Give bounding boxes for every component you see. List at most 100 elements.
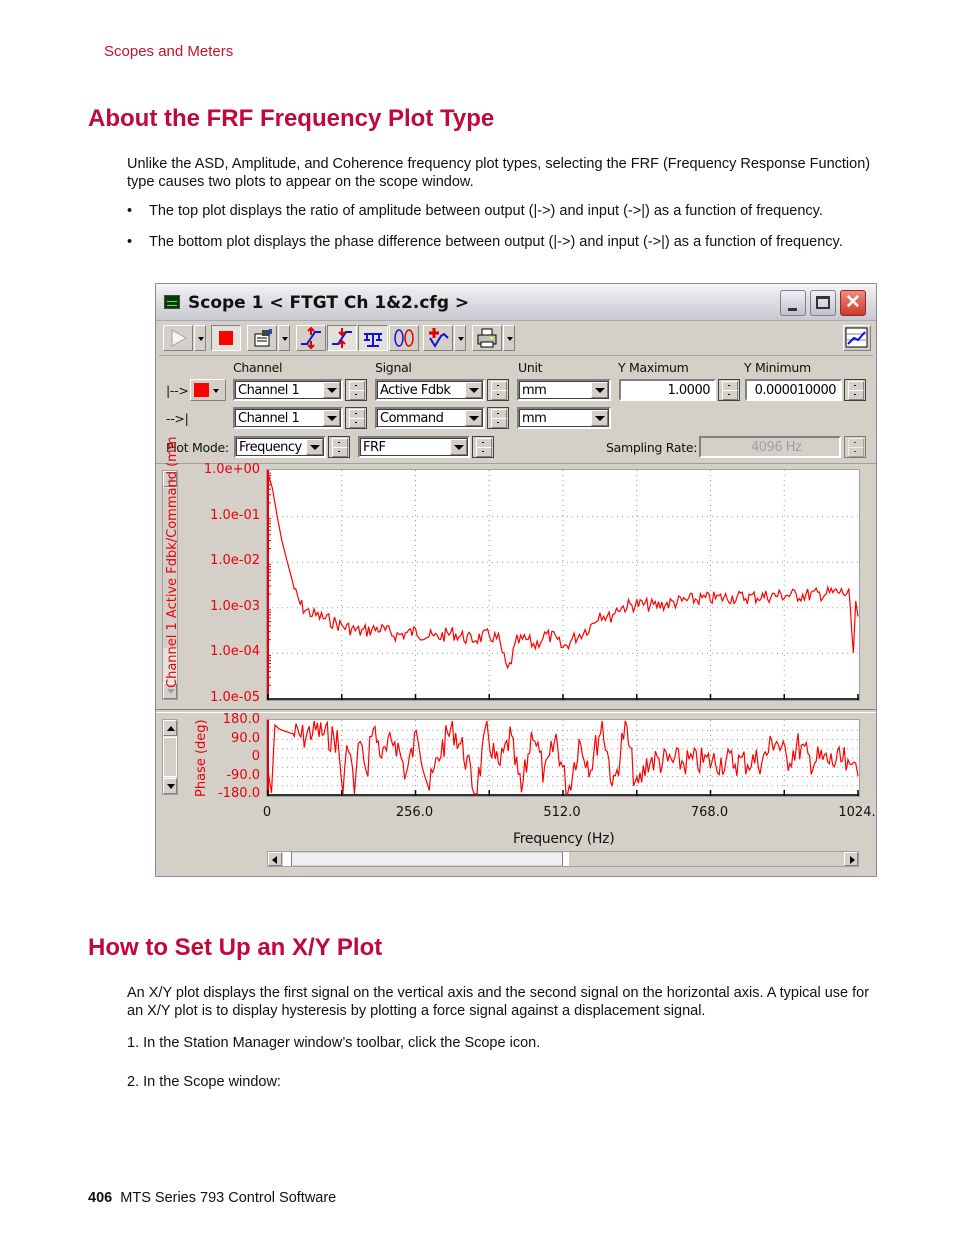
signal-select-output[interactable]: Active Fdbk [375, 379, 485, 401]
plot-type-value: FRF [363, 440, 386, 455]
signal-spinner[interactable] [487, 407, 509, 429]
step-2: 2. In the Scope window: [127, 1074, 281, 1090]
x-tick-label: 0 [262, 805, 272, 820]
sampling-rate-value: 4096 Hz [751, 440, 802, 455]
ymin-spinner[interactable] [844, 379, 866, 401]
plot-mode-select[interactable]: Frequency [234, 436, 326, 458]
stop-icon [219, 331, 233, 345]
bullet-item: • The top plot displays the ratio of ampl… [127, 203, 823, 219]
chevron-down-icon[interactable] [465, 410, 482, 426]
balance-button[interactable] [358, 325, 388, 351]
amplitude-y-label: Channel 1 Active Fdbk/Command (mm [165, 436, 180, 689]
y-tick-label: 90.0 [231, 730, 260, 746]
signal-value: Command [380, 411, 444, 426]
phase-plot-svg [267, 720, 859, 796]
y-tick-label: 1.0e-02 [210, 553, 260, 569]
unit-select-input[interactable]: mm [517, 407, 611, 429]
bullet-text: The bottom plot displays the phase diffe… [149, 234, 843, 250]
scroll-range[interactable] [292, 853, 562, 865]
section-intro-xy: An X/Y plot displays the first signal on… [127, 985, 870, 1019]
channel-spinner[interactable] [345, 407, 367, 429]
cycle-button[interactable] [389, 325, 419, 351]
sampling-rate-input: 4096 Hz [699, 436, 841, 458]
doc-title: MTS Series 793 Control Software [120, 1190, 337, 1206]
channel-select-output[interactable]: Channel 1 [233, 379, 343, 401]
phase-vscroll[interactable] [162, 719, 178, 795]
y-tick-label: 180.0 [222, 712, 260, 727]
chevron-down-icon[interactable] [465, 382, 482, 398]
sampling-rate-label: Sampling Rate: [606, 440, 698, 455]
ymax-header: Y Maximum [618, 360, 689, 375]
properties-icon [254, 329, 272, 347]
marker-button[interactable] [423, 325, 453, 351]
print-dropdown[interactable] [503, 325, 515, 351]
balance-icon [364, 333, 382, 347]
y-tick-label: -90.0 [226, 767, 260, 783]
y-tick-label: 1.0e-04 [210, 644, 260, 660]
chevron-down-icon[interactable] [323, 410, 340, 426]
minimize-button[interactable] [780, 290, 806, 316]
page-footer: 406 MTS Series 793 Control Software [88, 1190, 336, 1206]
amplitude-plot-svg [267, 470, 859, 700]
run-button[interactable] [163, 325, 193, 351]
ymax-input[interactable]: 1.0000 [619, 379, 716, 401]
title-bar[interactable]: Scope 1 < FTGT Ch 1&2.cfg > ✕ [156, 284, 876, 321]
close-button[interactable]: ✕ [840, 290, 866, 316]
cycle-icon [394, 329, 414, 347]
marker-icon [429, 328, 449, 348]
stop-button[interactable] [211, 325, 241, 351]
scroll-thumb-left[interactable] [283, 852, 292, 866]
section-title-frf: About the FRF Frequency Plot Type [88, 105, 495, 132]
unit-value: mm [522, 383, 547, 398]
plot-type-select[interactable]: FRF [358, 436, 470, 458]
x-tick-label: 1024. [838, 805, 876, 820]
ymax-spinner[interactable] [718, 379, 740, 401]
marker-dropdown[interactable] [454, 325, 466, 351]
chevron-down-icon[interactable] [306, 439, 323, 455]
auto-scale-button[interactable] [296, 325, 326, 351]
divider [156, 463, 876, 464]
bullet-item: • The bottom plot displays the phase diff… [127, 234, 843, 250]
channel-value: Channel 1 [238, 383, 300, 398]
chevron-down-icon[interactable] [591, 410, 608, 426]
scroll-up-button[interactable] [163, 720, 177, 736]
unit-select-output[interactable]: mm [517, 379, 611, 401]
scroll-down-button[interactable] [163, 778, 177, 794]
signal-select-input[interactable]: Command [375, 407, 485, 429]
trace-color-picker[interactable] [190, 379, 226, 401]
phase-plot[interactable] [266, 719, 860, 797]
channel-spinner[interactable] [345, 379, 367, 401]
ymin-input[interactable]: 0.000010000 [745, 379, 842, 401]
plot-type-spinner[interactable] [472, 436, 494, 458]
run-dropdown[interactable] [194, 325, 206, 351]
y-tick-label: 1.0e-01 [210, 507, 260, 523]
chart-view-button[interactable] [843, 325, 871, 351]
x-tick-label: 256.0 [395, 805, 434, 820]
maximize-button[interactable] [810, 290, 836, 316]
scroll-right-button[interactable] [844, 852, 858, 866]
print-button[interactable] [472, 325, 502, 351]
chevron-down-icon[interactable] [450, 439, 467, 455]
signal-spinner[interactable] [487, 379, 509, 401]
plot-mode-spinner[interactable] [328, 436, 350, 458]
amplitude-plot[interactable] [266, 469, 860, 701]
frequency-hscroll[interactable] [267, 851, 859, 867]
ymax-value: 1.0000 [667, 383, 711, 398]
plot-mode-value: Frequency [239, 440, 302, 455]
y-tick-label: 1.0e-05 [210, 690, 260, 705]
scroll-left-button[interactable] [268, 852, 282, 866]
chevron-down-icon[interactable] [323, 382, 340, 398]
properties-button[interactable] [247, 325, 277, 351]
properties-dropdown[interactable] [278, 325, 290, 351]
signal-header: Signal [375, 360, 412, 375]
scope-window: Scope 1 < FTGT Ch 1&2.cfg > ✕ Channel Si… [155, 283, 877, 877]
chevron-down-icon[interactable] [591, 382, 608, 398]
channel-select-input[interactable]: Channel 1 [233, 407, 343, 429]
scroll-thumb-right[interactable] [562, 852, 569, 866]
scale-in-button[interactable] [327, 325, 357, 351]
x-tick-label: 512.0 [543, 805, 581, 820]
ymin-value: 0.000010000 [754, 383, 837, 398]
chevron-down-icon [213, 389, 219, 393]
scroll-thumb[interactable] [163, 737, 177, 777]
plot-splitter[interactable] [156, 709, 876, 713]
